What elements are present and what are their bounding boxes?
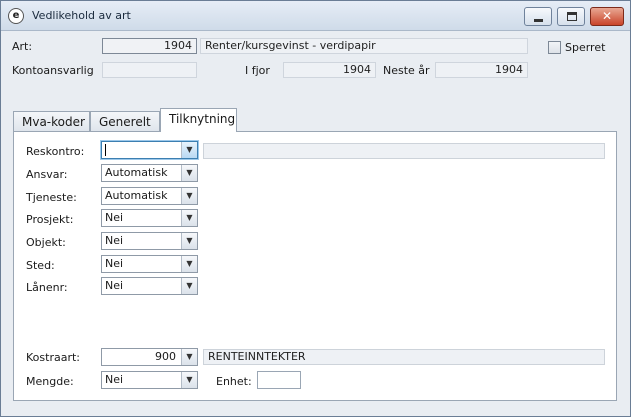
tab-generelt[interactable]: Generelt bbox=[90, 111, 160, 131]
art-name-field[interactable]: Renter/kursgevinst - verdipapir bbox=[200, 38, 528, 54]
kostraart-select[interactable]: 900 ▼ bbox=[101, 348, 198, 366]
ansvar-select[interactable]: Automatisk ▼ bbox=[101, 164, 198, 182]
window-title: Vedlikehold av art bbox=[32, 9, 131, 22]
chevron-down-icon[interactable]: ▼ bbox=[181, 210, 197, 226]
ansvar-label: Ansvar: bbox=[26, 168, 68, 181]
close-icon: ✕ bbox=[601, 9, 613, 23]
minimize-icon bbox=[534, 19, 543, 22]
prosjekt-select[interactable]: Nei ▼ bbox=[101, 209, 198, 227]
chevron-down-icon[interactable]: ▼ bbox=[181, 233, 197, 249]
chevron-down-icon[interactable]: ▼ bbox=[181, 372, 197, 388]
sperret-label: Sperret bbox=[565, 41, 606, 54]
objekt-select[interactable]: Nei ▼ bbox=[101, 232, 198, 250]
ifjor-label: I fjor bbox=[245, 64, 270, 77]
enhet-label: Enhet: bbox=[216, 375, 252, 388]
chevron-down-icon[interactable]: ▼ bbox=[181, 256, 197, 272]
maximize-button[interactable] bbox=[557, 7, 585, 26]
lanenr-select[interactable]: Nei ▼ bbox=[101, 277, 198, 295]
kostraart-description: RENTEINNTEKTER bbox=[203, 349, 605, 365]
lanenr-label: Lånenr: bbox=[26, 281, 68, 294]
sted-select[interactable]: Nei ▼ bbox=[101, 255, 198, 273]
chevron-down-icon[interactable]: ▼ bbox=[181, 165, 197, 181]
reskontro-label: Reskontro: bbox=[26, 145, 85, 158]
kontoansvarlig-field[interactable] bbox=[102, 62, 197, 78]
tjeneste-select[interactable]: Automatisk ▼ bbox=[101, 187, 198, 205]
enhet-input[interactable] bbox=[257, 371, 301, 389]
minimize-button[interactable] bbox=[524, 7, 552, 26]
sperret-checkbox[interactable] bbox=[548, 41, 561, 54]
chevron-down-icon[interactable]: ▼ bbox=[181, 188, 197, 204]
chevron-down-icon[interactable]: ▼ bbox=[181, 349, 197, 365]
app-logo-icon[interactable]: e bbox=[8, 8, 24, 24]
main-window: e Vedlikehold av art ✕ Art: 1904 Renter/… bbox=[0, 0, 631, 417]
neste-aar-field[interactable]: 1904 bbox=[435, 62, 528, 78]
tab-mva-koder[interactable]: Mva-koder bbox=[13, 111, 90, 131]
mengde-select[interactable]: Nei ▼ bbox=[101, 371, 198, 389]
tab-tilknytning[interactable]: Tilknytning bbox=[160, 108, 237, 132]
mengde-label: Mengde: bbox=[26, 375, 74, 388]
objekt-label: Objekt: bbox=[26, 236, 66, 249]
tjeneste-label: Tjeneste: bbox=[26, 191, 77, 204]
chevron-down-icon[interactable]: ▼ bbox=[181, 278, 197, 294]
maximize-icon bbox=[567, 12, 577, 21]
reskontro-select[interactable]: ▼ bbox=[101, 141, 198, 159]
kontoansvarlig-label: Kontoansvarlig bbox=[12, 64, 94, 77]
ifjor-field[interactable]: 1904 bbox=[283, 62, 376, 78]
neste-aar-label: Neste år bbox=[383, 64, 430, 77]
sted-label: Sted: bbox=[26, 259, 55, 272]
prosjekt-label: Prosjekt: bbox=[26, 213, 74, 226]
chevron-down-icon[interactable]: ▼ bbox=[181, 142, 197, 158]
close-button[interactable]: ✕ bbox=[590, 7, 624, 26]
reskontro-description bbox=[203, 143, 605, 159]
art-label: Art: bbox=[12, 40, 33, 53]
kostraart-label: Kostraart: bbox=[26, 351, 80, 364]
title-bar[interactable]: e Vedlikehold av art ✕ bbox=[1, 1, 630, 31]
art-code-field[interactable]: 1904 bbox=[102, 38, 197, 54]
